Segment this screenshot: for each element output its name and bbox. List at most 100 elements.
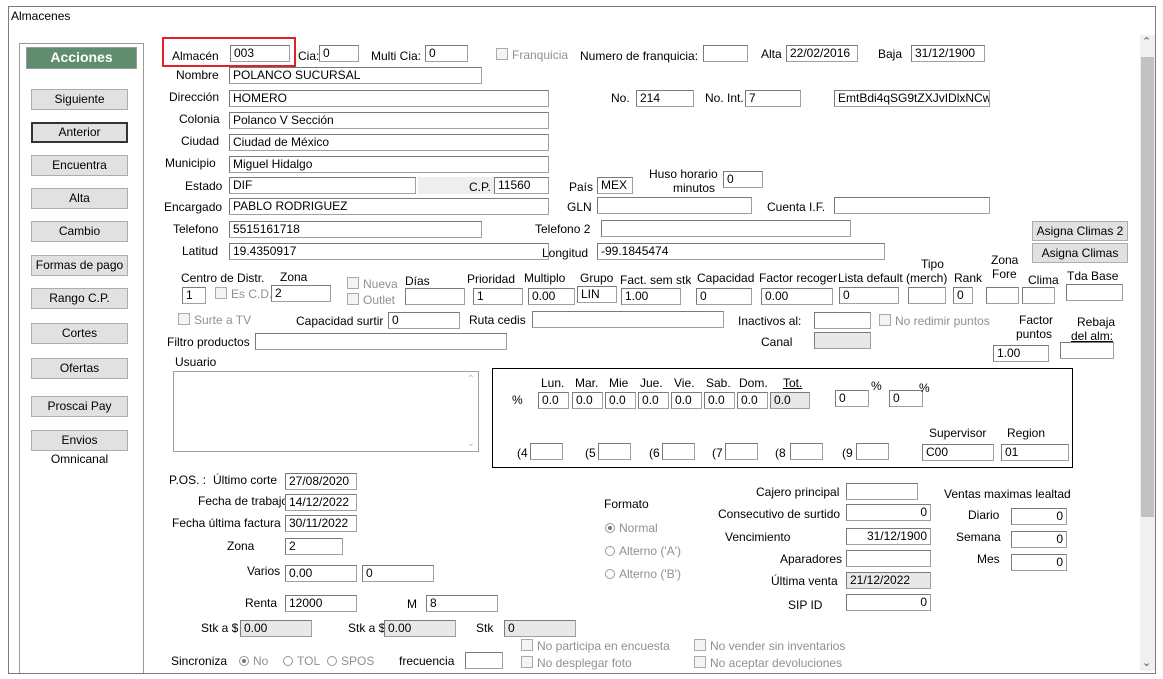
gln-field[interactable] [597, 197, 752, 214]
baja-field[interactable]: 31/12/1900 [911, 45, 985, 62]
sincroniza-tol-radio[interactable]: TOL [283, 654, 320, 668]
no-participa-checkbox[interactable]: No participa en encuesta [521, 639, 670, 653]
siguiente-button[interactable]: Siguiente [31, 89, 128, 110]
formato-alterno-a-radio[interactable]: Alterno ('A') [605, 544, 681, 558]
code-field[interactable]: EmtBdi4qSG9tZXJvIDlxNCwc [834, 90, 990, 107]
dias-field[interactable] [405, 288, 465, 305]
frecuencia-field[interactable] [465, 652, 503, 669]
huso-field[interactable]: 0 [723, 171, 763, 188]
direccion-field[interactable]: HOMERO [229, 90, 549, 107]
filtro-field[interactable] [255, 333, 507, 350]
zona-fore-field[interactable] [986, 287, 1019, 304]
formato-normal-radio[interactable]: Normal [605, 521, 658, 535]
zona-field[interactable]: 2 [271, 285, 331, 302]
rango-cp-button[interactable]: Rango C.P. [31, 288, 128, 309]
textarea-scroll-up-icon[interactable]: ⌃ [467, 374, 475, 385]
no-int-field[interactable]: 7 [745, 90, 801, 107]
semana-field[interactable]: 0 [1011, 531, 1067, 548]
clima-field[interactable] [1022, 287, 1055, 304]
encargado-field[interactable]: PABLO RODRIGUEZ [229, 198, 549, 215]
zona2-field[interactable]: 2 [285, 538, 343, 555]
tipo-field[interactable] [908, 287, 946, 304]
week-vie-field[interactable]: 0.0 [671, 392, 702, 409]
week-tot-field[interactable]: 0.0 [770, 392, 810, 409]
anterior-button[interactable]: Anterior [31, 122, 128, 143]
telefono-field[interactable]: 5515161718 [229, 221, 482, 238]
sincroniza-no-radio[interactable]: No [239, 654, 268, 668]
paren-field-6[interactable] [662, 443, 695, 460]
municipio-field[interactable]: Miguel Hidalgo [229, 156, 549, 173]
ofertas-button[interactable]: Ofertas [31, 358, 128, 379]
estado-field[interactable]: DIF [229, 177, 416, 194]
ciudad-field[interactable]: Ciudad de México [229, 134, 549, 151]
almacen-field[interactable]: 003 [230, 45, 290, 62]
paren-field-4[interactable] [530, 443, 563, 460]
week-jue-field[interactable]: 0.0 [638, 392, 669, 409]
week-mie-field[interactable]: 0.0 [605, 392, 636, 409]
alta-field[interactable]: 22/02/2016 [786, 45, 858, 62]
diario-field[interactable]: 0 [1011, 508, 1067, 525]
pct-b-field[interactable]: 0 [889, 390, 923, 407]
aparadores-field[interactable] [846, 550, 931, 567]
region-field[interactable]: 01 [1001, 444, 1069, 461]
usuario-textarea[interactable]: ⌃ ⌄ [173, 371, 479, 452]
renta-field[interactable]: 12000 [285, 595, 357, 612]
cp-field[interactable]: 11560 [494, 177, 549, 194]
varios1-field[interactable]: 0.00 [285, 565, 357, 582]
telefono2-field[interactable] [601, 220, 851, 237]
ultimo-corte-field[interactable]: 27/08/2020 [285, 473, 357, 490]
paren-field-5[interactable] [598, 443, 631, 460]
week-mar-field[interactable]: 0.0 [572, 392, 603, 409]
surte-tv-checkbox[interactable]: Surte a TV [178, 313, 251, 327]
tda-base-field[interactable] [1066, 284, 1123, 301]
num-franquicia-field[interactable] [703, 45, 748, 62]
sincroniza-spos-radio[interactable]: SPOS [327, 654, 374, 668]
grupo-field[interactable]: LIN [577, 286, 617, 303]
consecutivo-field[interactable]: 0 [846, 504, 931, 521]
cortes-button[interactable]: Cortes [31, 323, 128, 344]
supervisor-field[interactable]: C00 [922, 444, 994, 461]
factor-puntos-field[interactable]: 1.00 [993, 345, 1049, 362]
ultima-venta-field[interactable]: 21/12/2022 [846, 572, 931, 589]
vencimiento-field[interactable]: 31/12/1900 [846, 528, 931, 545]
textarea-scroll-down-icon[interactable]: ⌄ [467, 438, 475, 449]
es-cd-checkbox[interactable]: Es C.D. [215, 287, 272, 301]
encuentra-button[interactable]: Encuentra [31, 155, 128, 176]
asigna-climas-2-button[interactable]: Asigna Climas 2 [1032, 221, 1128, 241]
vertical-scrollbar[interactable]: ⌃ ⌄ [1140, 35, 1155, 671]
multi-cia-field[interactable]: 0 [425, 45, 468, 62]
nueva-checkbox[interactable]: Nueva [347, 277, 398, 291]
latitud-field[interactable]: 19.4350917 [229, 243, 549, 260]
alta-button[interactable]: Alta [31, 188, 128, 209]
colonia-field[interactable]: Polanco V Sección [229, 112, 549, 129]
week-lun-field[interactable]: 0.0 [538, 392, 569, 409]
scrollbar-thumb[interactable] [1141, 57, 1154, 517]
cambio-button[interactable]: Cambio [31, 221, 128, 242]
ruta-cedis-field[interactable] [532, 311, 724, 328]
no-field[interactable]: 214 [636, 90, 694, 107]
formas-de-pago-button[interactable]: Formas de pago [31, 255, 128, 276]
scroll-up-icon[interactable]: ⌃ [1142, 35, 1151, 48]
outlet-checkbox[interactable]: Outlet [347, 293, 395, 307]
stk-a1-field[interactable]: 0.00 [240, 620, 312, 637]
mes-field[interactable]: 0 [1011, 554, 1067, 571]
sip-id-field[interactable]: 0 [846, 594, 931, 611]
stk-a2-field[interactable]: 0.00 [384, 620, 456, 637]
canal-field[interactable] [814, 332, 871, 349]
formato-alterno-b-radio[interactable]: Alterno ('B') [605, 567, 681, 581]
week-sab-field[interactable]: 0.0 [704, 392, 735, 409]
paren-field-7[interactable] [725, 443, 758, 460]
week-dom-field[interactable]: 0.0 [737, 392, 768, 409]
fecha-trabajo-field[interactable]: 14/12/2022 [285, 494, 357, 511]
asigna-climas-button[interactable]: Asigna Climas [1032, 243, 1128, 263]
lista-default-field[interactable]: 0 [839, 287, 899, 304]
no-redimir-checkbox[interactable]: No redimir puntos [879, 314, 990, 328]
rank-field[interactable]: 0 [953, 287, 973, 304]
longitud-field[interactable]: -99.1845474 [597, 243, 885, 260]
pais-field[interactable]: MEX [597, 177, 633, 194]
cia-field[interactable]: 0 [319, 45, 359, 62]
m-field[interactable]: 8 [426, 595, 498, 612]
factor-recoger-field[interactable]: 0.00 [761, 288, 833, 305]
cuenta-if-field[interactable] [834, 197, 990, 214]
prioridad-field[interactable]: 1 [473, 288, 523, 305]
